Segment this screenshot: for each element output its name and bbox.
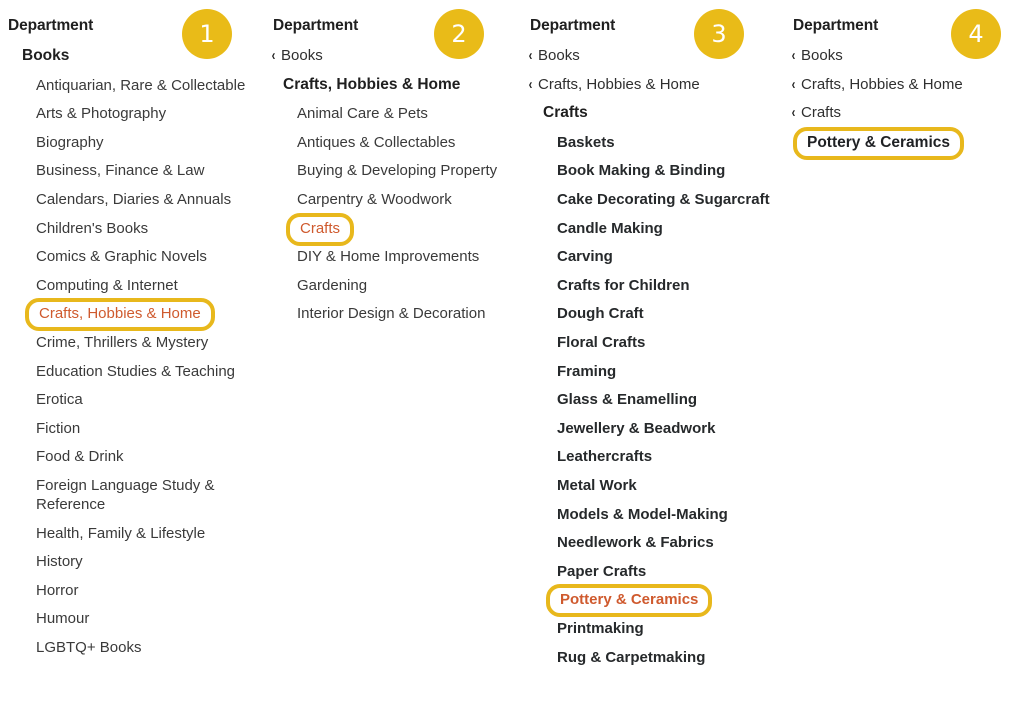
category-panel-2: Department ‹ Books Crafts, Hobbies & Home An…: [265, 0, 525, 720]
category-list-item[interactable]: Pottery & Ceramics: [546, 584, 713, 618]
department-heading: Department: [8, 17, 94, 34]
category-list-item[interactable]: Metal Work: [557, 476, 779, 495]
step-badge-2: 2: [434, 9, 484, 59]
category-list-item[interactable]: Carpentry & Woodwork: [297, 190, 519, 209]
category-item-label: Crafts, Hobbies & Home: [39, 305, 201, 323]
breadcrumb-back-link[interactable]: ‹ Books: [791, 47, 843, 64]
current-category-row: Pottery & Ceramics: [793, 126, 965, 160]
category-panel-4: Department ‹ Books ‹ Crafts, Hobbies & Home ‹…: [785, 0, 1024, 720]
chevron-left-icon: ‹: [791, 47, 796, 64]
category-list-item[interactable]: Buying & Developing Property: [297, 161, 519, 180]
category-list-item[interactable]: Fiction: [36, 419, 261, 438]
breadcrumb-label: Crafts, Hobbies & Home: [801, 75, 963, 93]
category-list-item[interactable]: Antiquarian, Rare & Collectable: [36, 76, 261, 95]
breadcrumb-label: Books: [801, 47, 843, 64]
breadcrumb-back-link[interactable]: ‹ Crafts, Hobbies & Home: [791, 76, 963, 93]
chevron-left-icon: ‹: [791, 104, 796, 122]
category-panel-3: Department ‹ Books ‹ Crafts, Hobbies & Home C…: [525, 0, 785, 720]
current-category-label: Pottery & Ceramics: [807, 133, 951, 151]
category-list-item[interactable]: Health, Family & Lifestyle: [36, 524, 261, 543]
breadcrumb-back-link[interactable]: ‹ Crafts, Hobbies & Home: [528, 76, 700, 93]
category-list-item[interactable]: Business, Finance & Law: [36, 161, 261, 180]
category-list-item[interactable]: Crafts for Children: [557, 276, 779, 295]
department-heading: Department: [530, 17, 616, 34]
highlight-callout-box: Crafts, Hobbies & Home: [25, 298, 215, 332]
category-list-item[interactable]: Floral Crafts: [557, 333, 779, 352]
category-list-item[interactable]: Education Studies & Teaching: [36, 362, 261, 381]
category-list-item[interactable]: Glass & Enamelling: [557, 390, 779, 409]
category-list-item[interactable]: Computing & Internet: [36, 276, 261, 295]
category-list-item[interactable]: Carving: [557, 247, 779, 266]
breadcrumb-label: Crafts, Hobbies & Home: [538, 75, 700, 93]
breadcrumb-label: Crafts: [801, 104, 842, 122]
department-heading: Department: [273, 17, 359, 34]
highlight-callout-box: Pottery & Ceramics: [546, 584, 713, 618]
category-item-label: Crafts: [300, 219, 341, 237]
category-list-item[interactable]: LGBTQ+ Books: [36, 638, 261, 657]
current-category-label: Crafts, Hobbies & Home: [283, 75, 461, 93]
category-list-item[interactable]: Framing: [557, 362, 779, 381]
breadcrumb-back-link[interactable]: ‹ Crafts: [791, 104, 841, 121]
breadcrumb-label: Books: [281, 47, 323, 64]
category-list-item[interactable]: Erotica: [36, 390, 261, 409]
category-panel-1: Department Books Antiquarian, Rare & Colle…: [0, 0, 265, 720]
current-category-label: Crafts: [543, 104, 588, 122]
category-list-item[interactable]: Calendars, Diaries & Annuals: [36, 190, 261, 209]
highlight-callout-box: Pottery & Ceramics: [793, 126, 965, 160]
category-list-item[interactable]: Crafts, Hobbies & Home: [25, 298, 215, 332]
category-list-item[interactable]: Gardening: [297, 276, 519, 295]
category-item-label: Pottery & Ceramics: [560, 591, 699, 609]
category-list-item[interactable]: Baskets: [557, 133, 779, 152]
chevron-left-icon: ‹: [791, 75, 796, 93]
category-list-item[interactable]: Rug & Carpetmaking: [557, 648, 779, 667]
step-badge-4: 4: [951, 9, 1001, 59]
category-list-item[interactable]: DIY & Home Improvements: [297, 247, 519, 266]
chevron-left-icon: ‹: [528, 75, 533, 93]
category-list-item[interactable]: Needlework & Fabrics: [557, 533, 779, 552]
category-list-item[interactable]: Food & Drink: [36, 447, 261, 466]
category-list-item[interactable]: Printmaking: [557, 619, 779, 638]
category-list-item[interactable]: Leathercrafts: [557, 447, 779, 466]
breadcrumb-label: Books: [538, 47, 580, 64]
department-heading: Department: [793, 17, 879, 34]
category-list-item[interactable]: Humour: [36, 609, 261, 628]
category-list-item[interactable]: Crafts: [286, 212, 355, 246]
category-list-item[interactable]: Antiques & Collectables: [297, 133, 519, 152]
category-list-item[interactable]: Book Making & Binding: [557, 161, 779, 180]
category-list-item[interactable]: Children's Books: [36, 219, 261, 238]
current-category-row: Crafts: [543, 104, 588, 122]
category-list-item[interactable]: Foreign Language Study & Reference: [36, 476, 261, 514]
breadcrumb-back-link[interactable]: ‹ Books: [271, 47, 323, 64]
category-list-item[interactable]: Jewellery & Beadwork: [557, 419, 779, 438]
category-list-item[interactable]: History: [36, 552, 261, 571]
chevron-left-icon: ‹: [528, 47, 533, 64]
breadcrumb-back-link[interactable]: ‹ Books: [528, 47, 580, 64]
category-list-item[interactable]: Dough Craft: [557, 304, 779, 323]
category-list-item[interactable]: Biography: [36, 133, 261, 152]
chevron-left-icon: ‹: [271, 47, 276, 64]
category-list-item[interactable]: Arts & Photography: [36, 104, 261, 123]
category-list-item[interactable]: Horror: [36, 581, 261, 600]
current-category-row: Crafts, Hobbies & Home: [283, 76, 460, 94]
category-list-item[interactable]: Comics & Graphic Novels: [36, 247, 261, 266]
category-list-item[interactable]: Paper Crafts: [557, 562, 779, 581]
category-list-item[interactable]: Animal Care & Pets: [297, 104, 519, 123]
category-list-item[interactable]: Interior Design & Decoration: [297, 304, 519, 323]
current-category-row: Books: [22, 47, 69, 65]
category-list-item[interactable]: Models & Model-Making: [557, 505, 779, 524]
category-drilldown-panels: 1 Department Books Antiquarian, Rare & Coll…: [0, 0, 1024, 720]
highlight-callout-box: Crafts: [286, 212, 355, 246]
category-list-item[interactable]: Candle Making: [557, 219, 779, 238]
step-badge-1: 1: [182, 9, 232, 59]
category-list-item[interactable]: Cake Decorating & Sugarcraft: [557, 190, 779, 209]
category-list-item[interactable]: Crime, Thrillers & Mystery: [36, 333, 261, 352]
current-category-label: Books: [22, 47, 70, 64]
step-badge-3: 3: [694, 9, 744, 59]
